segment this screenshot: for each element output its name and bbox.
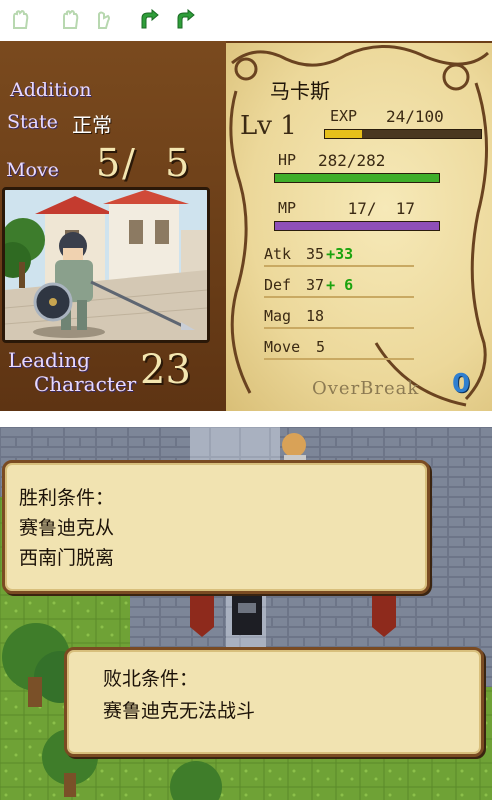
defeat-condition-dialog: 败北条件： 赛鲁迪克无法战斗 [64,647,484,757]
toolbar [0,0,492,40]
unit-portrait [2,187,210,343]
mp-bar-fill [275,222,439,230]
overbreak-value: 0 [452,369,471,399]
stat-label: Move [264,338,301,356]
leading-label: Leading [8,348,90,372]
exp-label: EXP [330,107,358,125]
mp-bar [274,221,440,231]
divider [264,358,414,360]
stat-row-atk: Atk 35 +33 [264,241,414,267]
move-label: Move [6,159,59,181]
stat-value: 35 [306,245,325,263]
divider [264,327,414,329]
stats-parchment-panel: 马卡斯 Lv 1 EXP 24/100 HP 282/282 MP 17/ 17… [226,43,492,411]
leading-value: 23 [140,347,191,393]
status-left-pane: Addition State 正常 Move 5/ 5 Leading Char… [0,41,226,411]
exp-bar-fill [325,130,363,138]
stat-label: Def [264,276,292,294]
defeat-line: 赛鲁迪克无法战斗 [103,700,256,722]
divider [264,296,414,298]
mp-label: MP [278,199,297,217]
hand-icon[interactable] [8,8,32,32]
stat-value: 37 [306,276,325,294]
hp-label: HP [278,151,297,169]
victory-line: 西南门脱离 [19,547,115,569]
stat-row-move: Move 5 [264,334,414,360]
hp-value: 282/282 [318,151,386,170]
defeat-title: 败北条件： [103,668,199,690]
stat-label: Mag [264,307,292,325]
victory-line: 赛鲁迪克从 [19,517,115,539]
stat-bonus: +33 [326,245,354,263]
level-label: Lv 1 [240,111,297,141]
stat-row-def: Def 37 + 6 [264,272,414,298]
stat-label: Atk [264,245,292,263]
hand-icon[interactable] [58,8,82,32]
move-value: 5/ 5 [96,141,192,185]
victory-title: 胜利条件： [19,487,115,509]
hp-bar [274,173,440,183]
redo-arrow-icon[interactable] [172,8,196,32]
stat-value: 18 [306,307,325,325]
addition-label: Addition [10,79,92,101]
mp-value: 17/ 17 [338,199,416,218]
exp-value: 24/100 [386,107,444,126]
exp-bar [324,129,482,139]
stat-bonus: + 6 [326,276,354,294]
divider [264,265,414,267]
state-value: 正常 [72,113,112,137]
victory-condition-dialog: 胜利条件： 赛鲁迪克从 西南门脱离 [2,460,430,594]
character-name: 马卡斯 [270,79,330,103]
screen-gap [0,411,492,427]
stat-row-mag: Mag 18 [264,303,414,329]
undo-arrow-icon[interactable] [136,8,160,32]
hand-icon[interactable] [92,8,116,32]
stat-value: 5 [316,338,326,356]
hp-bar-fill [275,174,439,182]
state-label: State [7,111,58,133]
unit-status-screen: Addition State 正常 Move 5/ 5 Leading Char… [0,41,492,411]
character-label: Character [34,372,137,396]
overbreak-label: OverBreak [312,378,420,399]
